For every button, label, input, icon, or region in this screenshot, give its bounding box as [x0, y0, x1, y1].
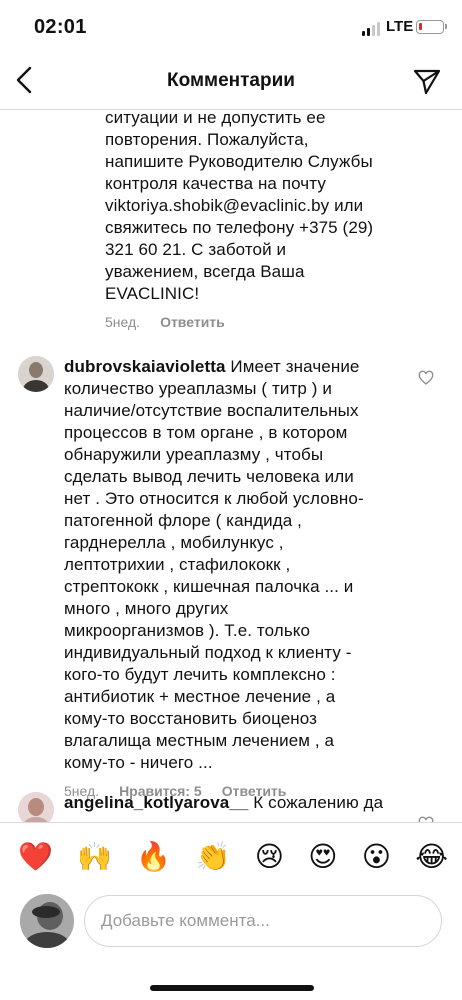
comment-text: dubrovskaiavioletta Имеет значение количе… — [64, 356, 394, 774]
emoji-button[interactable]: 👏 — [196, 841, 231, 873]
text-line: EVACLINIC! — [105, 284, 200, 303]
comment-body: angelina_kotlyarova__ К сожалению да — [64, 792, 394, 814]
page-title: Комментарии — [167, 70, 295, 91]
text-line: повторения. Пожалуйста, — [105, 130, 309, 149]
comment-username[interactable]: angelina_kotlyarova__ — [64, 793, 248, 812]
current-user-avatar — [20, 894, 74, 948]
emoji-quick-bar: ❤️ 🙌 🔥 👏 😢 😍 😮 😂 — [0, 822, 462, 890]
text-line: гарднерелла , мобилункус , — [64, 533, 284, 552]
reply-text: очень важно разобраться вситуации и не д… — [105, 110, 405, 305]
text-line: 321 60 21. С заботой и — [105, 240, 287, 259]
comment-composer — [0, 890, 462, 954]
battery-icon — [416, 20, 447, 34]
text-line: кому-то - ничего ... — [64, 753, 213, 772]
text-line: процессов в том органе , в котором — [64, 423, 348, 442]
text-line: свяжитесь по телефону +375 (29) — [105, 218, 374, 237]
comments-list[interactable]: очень важно разобраться вситуации и не д… — [0, 110, 462, 822]
emoji-button[interactable]: 😮 — [362, 841, 391, 873]
status-bar: 02:01 LTE — [0, 0, 462, 52]
status-time: 02:01 — [34, 16, 87, 38]
text-line: микроорганизмов ). Т.е. только — [64, 621, 311, 640]
signal-icon — [362, 22, 380, 36]
text-line: viktoriya.shobik@evaclinic.by или — [105, 196, 364, 215]
heart-outline-icon[interactable] — [418, 370, 434, 386]
text-line: сделать вывод лечить человека или — [64, 467, 354, 486]
text-line: количество уреаплазмы ( титр ) и — [64, 379, 332, 398]
battery-level — [419, 23, 423, 30]
reply-meta: 5нед. Ответить — [105, 314, 405, 330]
text-line: нет . Это относится к любой условно- — [64, 489, 364, 508]
text-line: кому-то восстановить биоценоз — [64, 709, 318, 728]
paper-plane-icon[interactable] — [412, 66, 442, 96]
text-line: наличие/отсутствие воспалительных — [64, 401, 359, 420]
text-line: стрептококк , кишечная палочка ... и — [64, 577, 354, 596]
avatar[interactable] — [18, 356, 54, 392]
emoji-button[interactable]: 😢 — [255, 841, 284, 873]
comment-content: К сожалению да — [248, 793, 383, 812]
text-line: напишите Руководителю Службы — [105, 152, 373, 171]
text-line: Имеет значение — [225, 357, 360, 376]
avatar[interactable] — [18, 792, 54, 822]
comment-content: Имеет значение количество уреаплазмы ( ти… — [64, 357, 364, 772]
text-line: много , много других — [64, 599, 229, 618]
text-line: индивидуальный подход к клиенту - — [64, 643, 352, 662]
brand-reply: очень важно разобраться вситуации и не д… — [105, 110, 405, 330]
reply-button[interactable]: Ответить — [160, 314, 225, 330]
comment-body: dubrovskaiavioletta Имеет значение количе… — [64, 356, 394, 799]
network-type: LTE — [386, 18, 414, 35]
emoji-button[interactable]: 😂 — [415, 841, 448, 873]
text-line: уважением, всегда Ваша — [105, 262, 305, 281]
emoji-button[interactable]: 🙌 — [77, 841, 112, 873]
text-line: обнаружили уреаплазму , чтобы — [64, 445, 324, 464]
home-indicator — [150, 985, 314, 991]
emoji-button[interactable]: 🔥 — [136, 841, 171, 873]
text-line: патогенной флоре ( кандида , — [64, 511, 302, 530]
comment-time: 5нед. — [105, 314, 141, 330]
text-line: кого-то будут лечить комплексно : — [64, 665, 336, 684]
text-line: контроля качества на почту — [105, 174, 326, 193]
nav-bar: Комментарии — [0, 52, 462, 110]
comment-text: angelina_kotlyarova__ К сожалению да — [64, 792, 394, 814]
text-line: антибиотик + местное лечение , а — [64, 687, 336, 706]
comment-input[interactable] — [84, 895, 442, 947]
text-line: ситуации и не допустить ее — [105, 110, 326, 127]
emoji-button[interactable]: ❤️ — [18, 841, 53, 873]
comment-username[interactable]: dubrovskaiavioletta — [64, 357, 226, 376]
text-line: К сожалению да — [248, 793, 384, 812]
text-line: влагалища местным лечением , а — [64, 731, 335, 750]
emoji-button[interactable]: 😍 — [308, 841, 337, 873]
text-line: лептотрихии , стафилококк , — [64, 555, 291, 574]
